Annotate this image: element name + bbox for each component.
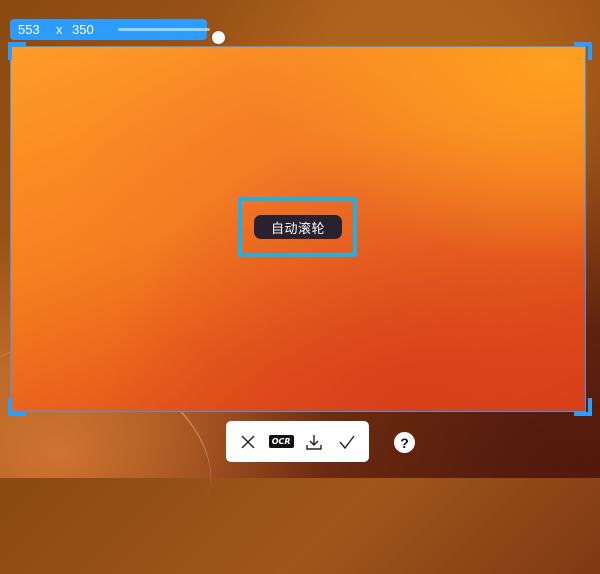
capture-width: 553 bbox=[18, 22, 40, 37]
capture-toolbar: OCR bbox=[226, 421, 369, 462]
confirm-button[interactable] bbox=[335, 430, 359, 454]
help-button[interactable]: ? bbox=[394, 432, 415, 453]
size-indicator: 553 x 350 bbox=[10, 19, 225, 44]
resize-handle-bottom-right[interactable] bbox=[574, 398, 592, 416]
capture-height: 350 bbox=[72, 22, 94, 37]
ocr-icon: OCR bbox=[268, 435, 294, 448]
save-button[interactable] bbox=[302, 430, 326, 454]
resize-handle-top-right[interactable] bbox=[574, 42, 592, 60]
size-slider[interactable] bbox=[118, 28, 225, 44]
download-icon bbox=[306, 434, 322, 450]
close-icon bbox=[241, 435, 255, 448]
auto-scroll-button[interactable]: 自动滚轮 bbox=[254, 215, 342, 239]
size-separator: x bbox=[56, 22, 63, 37]
size-slider-knob[interactable] bbox=[212, 31, 225, 44]
cancel-button[interactable] bbox=[236, 430, 260, 454]
ocr-button[interactable]: OCR bbox=[268, 430, 294, 454]
resize-handle-bottom-left[interactable] bbox=[8, 398, 26, 416]
check-icon bbox=[339, 435, 355, 449]
resize-handle-top-left[interactable] bbox=[8, 42, 26, 60]
